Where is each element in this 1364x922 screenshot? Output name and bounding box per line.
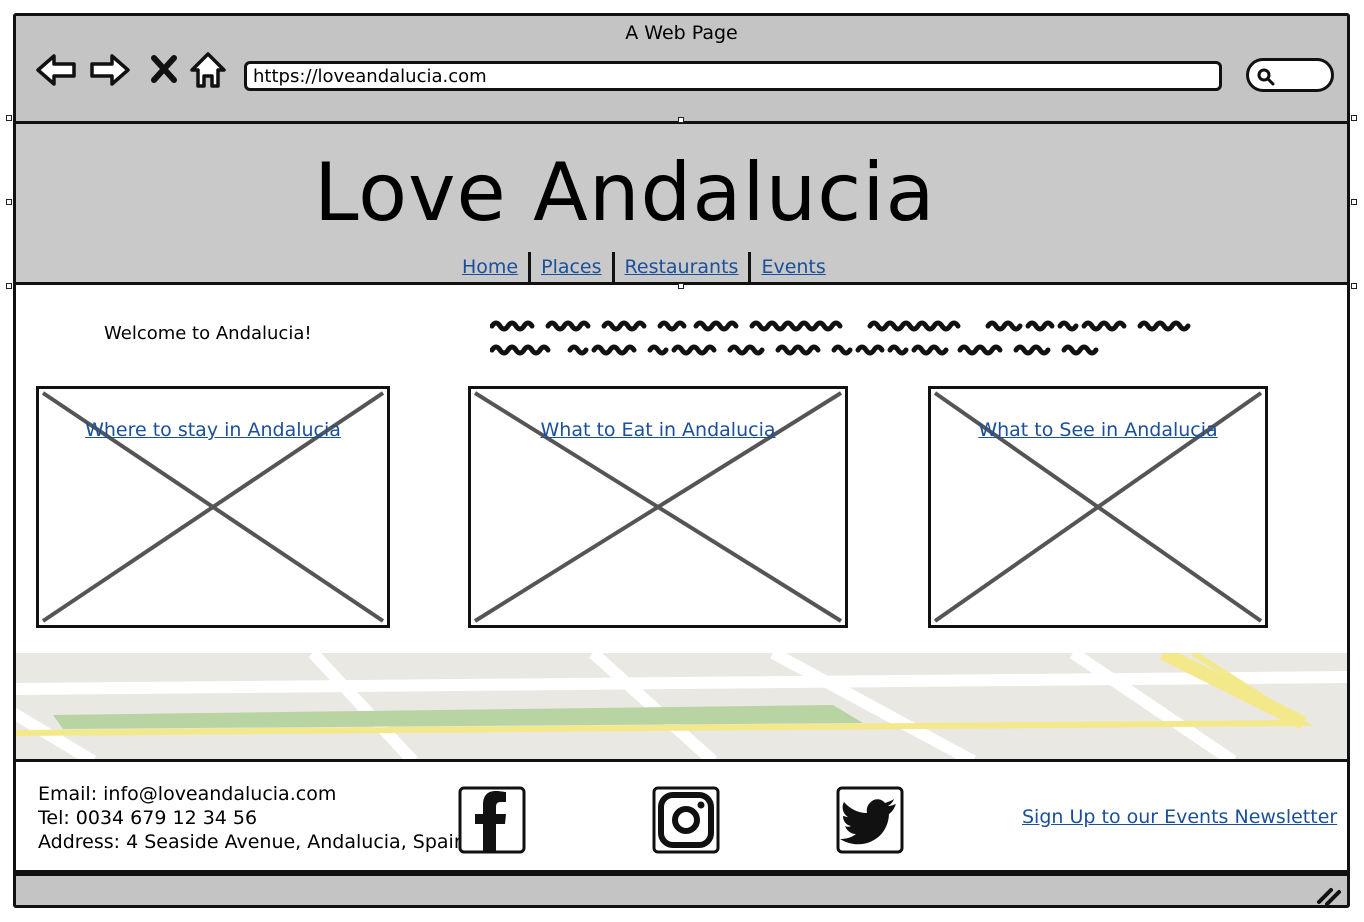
search-icon [1257,68,1275,86]
back-icon[interactable] [34,48,78,92]
nav-events[interactable]: Events [751,252,835,282]
selection-handle[interactable] [6,199,12,205]
site-footer: Email: info@loveandalucia.com Tel: 0034 … [16,759,1347,873]
browser-search-box[interactable] [1246,58,1334,92]
see-card[interactable]: What to See in Andalucia [928,386,1268,628]
contact-address: Address: 4 Seaside Avenue, Andalucia, Sp… [38,831,466,853]
selection-handle[interactable] [678,283,684,289]
eat-link[interactable]: What to Eat in Andalucia [471,419,845,441]
placeholder-text-scribble [490,320,1191,356]
selection-handle[interactable] [678,117,684,123]
nav-restaurants[interactable]: Restaurants [615,252,749,282]
forward-icon[interactable] [88,48,132,92]
browser-window: A Web Page https://loveandalucia.com Lov… [13,13,1350,908]
twitter-icon[interactable] [836,786,904,854]
contact-email: Email: info@loveandalucia.com [38,783,337,805]
contact-tel: Tel: 0034 679 12 34 56 [38,807,258,829]
browser-toolbar: A Web Page https://loveandalucia.com [16,16,1347,124]
home-icon[interactable] [186,48,230,92]
newsletter-signup-link[interactable]: Sign Up to our Events Newsletter [1022,806,1337,828]
eat-card[interactable]: What to Eat in Andalucia [468,386,848,628]
nav-places[interactable]: Places [531,252,611,282]
stay-link[interactable]: Where to stay in Andalucia [39,419,387,441]
selection-handle[interactable] [1351,115,1357,121]
browser-status-bar [16,873,1347,906]
contact-info: Email: info@loveandalucia.com Tel: 0034 … [38,782,466,854]
site-title: Love Andalucia [314,146,936,239]
selection-handle[interactable] [1351,283,1357,289]
selection-handle[interactable] [6,115,12,121]
instagram-icon[interactable] [652,786,720,854]
nav-home[interactable]: Home [452,252,528,282]
url-bar[interactable]: https://loveandalucia.com [244,61,1222,91]
url-text: https://loveandalucia.com [253,66,487,87]
site-header: Love Andalucia Home Places Restaurants E… [16,124,1347,285]
map-image[interactable] [13,653,1350,761]
window-title: A Web Page [625,22,738,44]
main-nav: Home Places Restaurants Events [452,252,836,282]
selection-handle[interactable] [1351,199,1357,205]
resize-handle-icon[interactable] [1315,882,1341,906]
see-link[interactable]: What to See in Andalucia [931,419,1265,441]
stay-card[interactable]: Where to stay in Andalucia [36,386,390,628]
welcome-text: Welcome to Andalucia! [104,323,312,344]
stop-icon[interactable] [142,48,186,92]
facebook-icon[interactable] [458,786,526,854]
selection-handle[interactable] [6,283,12,289]
